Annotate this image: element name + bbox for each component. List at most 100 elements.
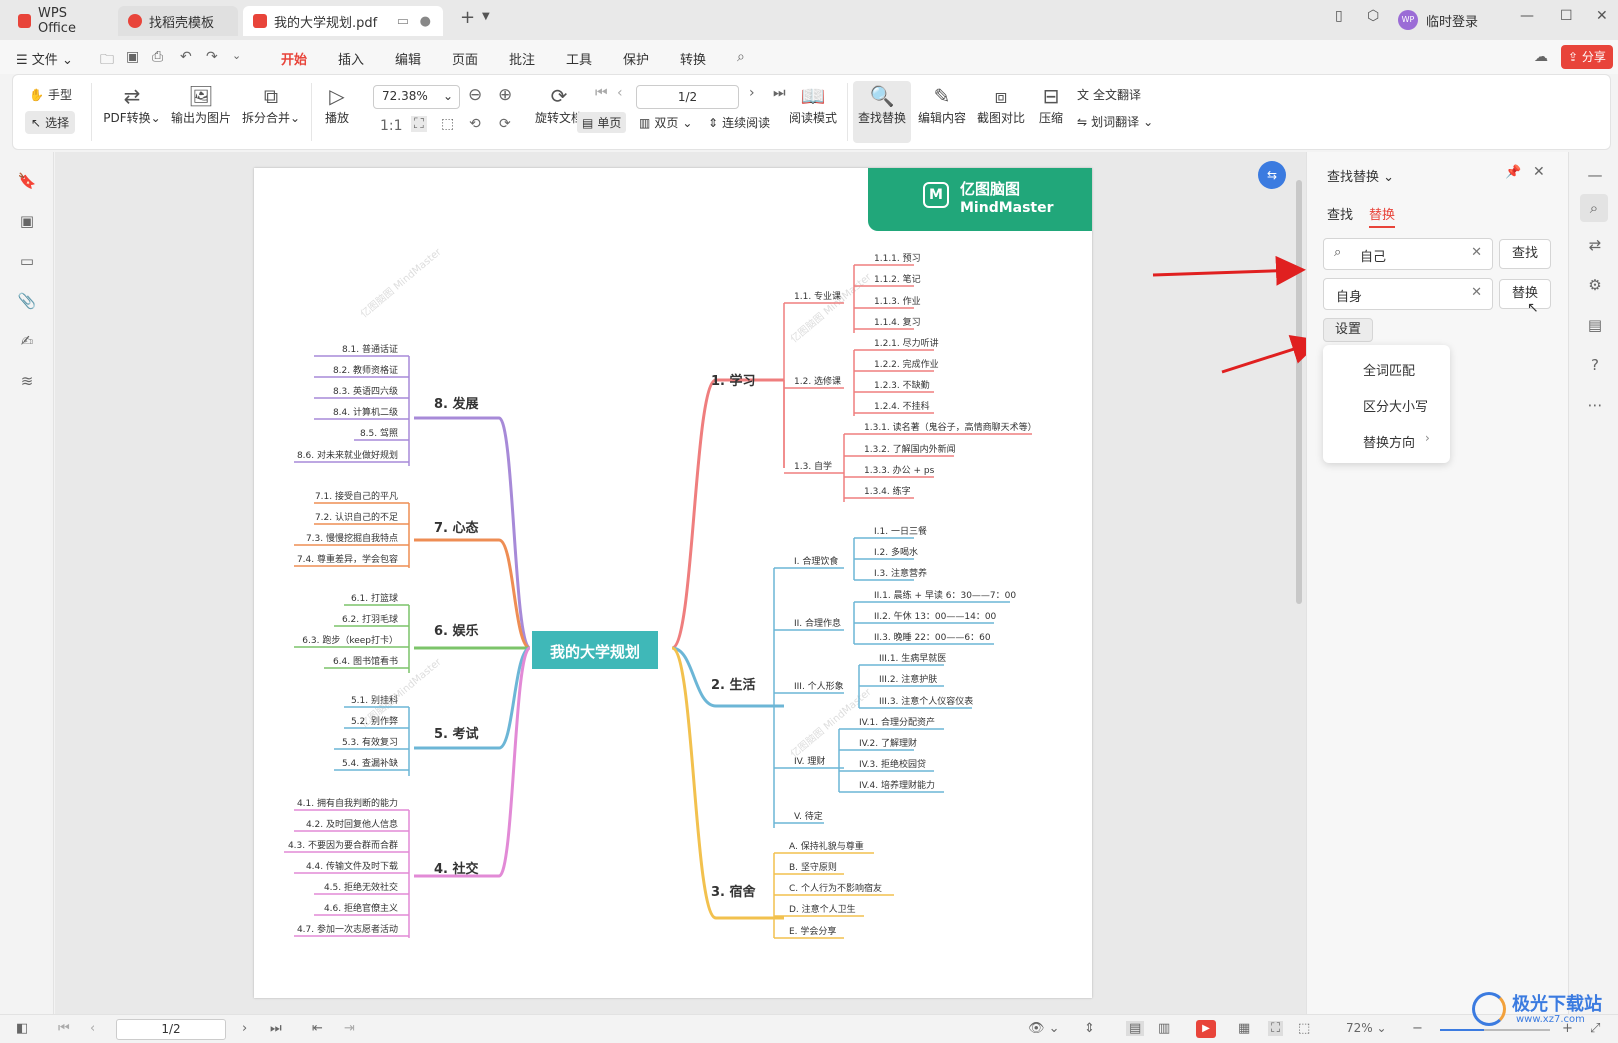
attachment-icon[interactable]: 📎	[17, 292, 37, 312]
tab-wps-office[interactable]: WPS Office	[8, 6, 114, 36]
continuous-read-button[interactable]: ⇕ 连续阅读	[708, 114, 770, 131]
translate-icon[interactable]: ⇄	[1584, 236, 1606, 258]
close-icon[interactable]: ✕	[1596, 8, 1608, 24]
thumbnail-icon[interactable]: ▣	[17, 212, 37, 232]
edit-content-button[interactable]: ✎ 编辑内容	[915, 83, 969, 126]
next-page-icon[interactable]: ›	[242, 1021, 247, 1036]
settings-button[interactable]: 设置	[1323, 318, 1373, 342]
find-replace-button[interactable]: 🔍 查找替换	[853, 81, 911, 143]
last-page-icon[interactable]: ⏭	[773, 85, 786, 101]
first-page-icon[interactable]: ⏮	[595, 85, 608, 101]
bookmark-icon[interactable]: 🔖	[17, 172, 37, 192]
layers-icon[interactable]: ≋	[17, 372, 37, 392]
eye-icon[interactable]: 👁 ⌄	[1028, 1021, 1060, 1036]
tab-find[interactable]: 查找	[1327, 204, 1353, 223]
cube-icon[interactable]: ⬡	[1367, 8, 1379, 24]
replace-input[interactable]: 自身 ✕	[1323, 278, 1493, 310]
play-icon[interactable]: ▶	[1196, 1020, 1216, 1038]
menu-convert[interactable]: 转换	[680, 49, 706, 68]
cloud-icon[interactable]: ☁	[1534, 49, 1548, 65]
export-image-button[interactable]: 🖼 输出为图片	[167, 83, 235, 126]
first-page-icon[interactable]: ⏮	[58, 1021, 70, 1036]
comment-icon[interactable]: ▭	[17, 252, 37, 272]
rotate-right-icon[interactable]: ⟳	[499, 116, 511, 132]
zoom-select[interactable]: 72.38% ⌄	[373, 85, 460, 109]
single-page-icon[interactable]: ▤	[1126, 1021, 1145, 1036]
actual-size-icon[interactable]: 1:1	[380, 118, 403, 134]
read-mode-button[interactable]: 📖 阅读模式	[787, 83, 839, 126]
rotate-left-icon[interactable]: ⟲	[469, 116, 481, 132]
open-folder-icon[interactable]: 🗀	[100, 49, 114, 73]
login-label[interactable]: 临时登录	[1426, 11, 1478, 30]
more-icon[interactable]: ⋯	[1584, 396, 1606, 418]
find-button[interactable]: 查找	[1499, 239, 1551, 269]
menu-edit[interactable]: 编辑	[395, 49, 421, 68]
print-icon[interactable]: ⎙	[152, 49, 163, 65]
full-translate-button[interactable]: 文全文翻译	[1077, 86, 1141, 103]
replace-button[interactable]: 替换	[1499, 279, 1551, 309]
menu-tools[interactable]: 工具	[566, 49, 592, 68]
single-page-button[interactable]: ▤ 单页	[577, 112, 627, 133]
new-tab-icon[interactable]: +	[460, 7, 475, 28]
more-chevron-icon[interactable]: ⌄	[232, 49, 241, 62]
panel-title[interactable]: 查找替换 ⌄	[1327, 166, 1394, 185]
zoom-out-icon[interactable]: −	[1412, 1021, 1423, 1036]
menu-start[interactable]: 开始	[281, 49, 308, 77]
page-number-input[interactable]: 1/2	[636, 85, 739, 109]
fit-width-icon[interactable]: ⬚	[441, 116, 454, 132]
search-icon[interactable]: ⌕	[737, 49, 745, 65]
sidebar-toggle-icon[interactable]: ◧	[16, 1021, 28, 1036]
prev-page-icon[interactable]: ‹	[617, 85, 623, 101]
fit-width-icon[interactable]: ⬚	[1298, 1021, 1310, 1036]
redo-icon[interactable]: ↷	[206, 49, 218, 65]
sidebar-layout-icon[interactable]: ▯	[1335, 8, 1343, 24]
play-button[interactable]: ▷ 播放	[319, 83, 355, 126]
minimize-icon[interactable]: —	[1520, 8, 1534, 24]
option-whole-word[interactable]: 全词匹配	[1363, 360, 1415, 379]
menu-protect[interactable]: 保护	[623, 49, 649, 68]
menu-page[interactable]: 页面	[452, 49, 478, 68]
clear-find-icon[interactable]: ✕	[1471, 245, 1482, 260]
save-icon[interactable]: ▣	[126, 49, 139, 65]
option-match-case[interactable]: 区分大小写	[1363, 396, 1428, 415]
fit-page-icon[interactable]: ⛶	[1268, 1021, 1284, 1036]
option-direction[interactable]: 替换方向	[1363, 432, 1415, 451]
continuous-icon[interactable]: ⇕	[1084, 1021, 1095, 1036]
prev-page-icon[interactable]: ‹	[90, 1021, 95, 1036]
pin-icon[interactable]: 📌	[1505, 165, 1521, 180]
last-page-icon[interactable]: ⏭	[270, 1021, 282, 1036]
help-icon[interactable]: ?	[1584, 356, 1606, 378]
next-page-icon[interactable]: ›	[749, 85, 755, 101]
vertical-scrollbar[interactable]	[1296, 180, 1302, 604]
maximize-icon[interactable]: ☐	[1560, 8, 1573, 24]
zoom-in-icon[interactable]: ⊕	[498, 85, 512, 105]
avatar[interactable]: WP	[1398, 10, 1418, 30]
search-icon[interactable]: ⌕	[1580, 194, 1608, 222]
undo-icon[interactable]: ↶	[180, 49, 192, 65]
double-page-icon[interactable]: ▥	[1158, 1021, 1170, 1036]
word-translate-button[interactable]: ⇋ 划词翻译 ⌄	[1077, 113, 1153, 130]
adjust-icon[interactable]: ⚙	[1584, 276, 1606, 298]
unsaved-dot-icon[interactable]: ●	[420, 14, 431, 29]
fit-right-icon[interactable]: ⇥	[344, 1021, 355, 1036]
split-merge-button[interactable]: ⧉ 拆分合并⌄	[239, 83, 303, 126]
zoom-out-icon[interactable]: ⊖	[468, 85, 482, 105]
tab-template[interactable]: 找稻壳模板	[118, 6, 238, 36]
menu-insert[interactable]: 插入	[338, 49, 364, 68]
monitor-icon[interactable]: ▭	[397, 14, 409, 29]
status-zoom[interactable]: 72% ⌄	[1346, 1021, 1387, 1035]
doc-search-icon[interactable]: ▤	[1584, 316, 1606, 338]
double-page-button[interactable]: ▥ 双页 ⌄	[639, 114, 692, 131]
share-button[interactable]: ⇪ 分享	[1561, 45, 1613, 69]
tab-replace[interactable]: 替换	[1369, 204, 1396, 228]
compress-button[interactable]: ⊟ 压缩	[1033, 83, 1069, 126]
close-panel-icon[interactable]: ✕	[1533, 164, 1545, 180]
hand-tool-button[interactable]: ✋ 手型	[29, 86, 72, 103]
find-input[interactable]: ⌕ 自己 ✕	[1323, 238, 1493, 270]
signature-icon[interactable]: ✍	[17, 332, 37, 352]
floating-translate-button[interactable]: ⇆	[1258, 161, 1286, 189]
fit-page-icon[interactable]: ⛶	[411, 116, 427, 132]
collapse-icon[interactable]: —	[1584, 166, 1606, 188]
menu-annotate[interactable]: 批注	[509, 49, 535, 68]
clear-replace-icon[interactable]: ✕	[1471, 285, 1482, 300]
